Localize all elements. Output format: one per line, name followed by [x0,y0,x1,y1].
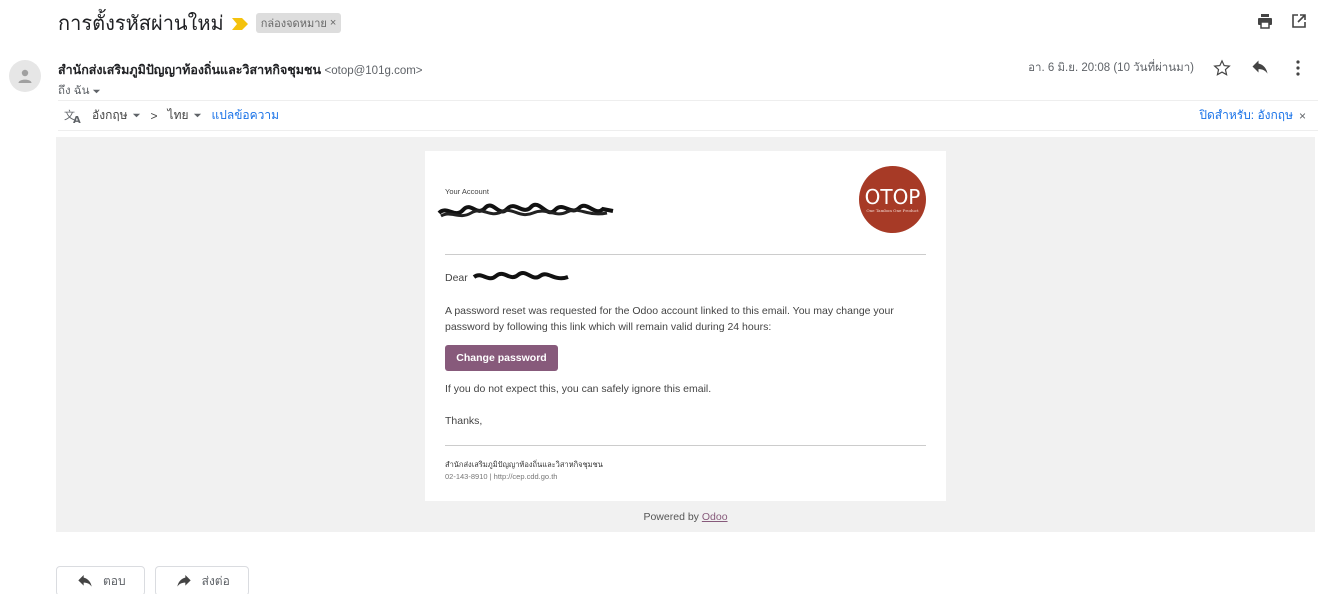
change-password-button[interactable]: Change password [445,345,558,371]
reply-label: ตอบ [103,573,126,588]
close-icon[interactable]: × [1299,109,1306,123]
redacted-recipient-name [472,271,569,281]
message-date: อา. 6 มิ.ย. 20:08 (10 วันที่ผ่านมา) [1028,62,1194,74]
sender-block: สำนักส่งเสริมภูมิปัญญาท้องถิ่นและวิสาหกิ… [58,60,423,100]
otop-logo: OTOP One Tambon One Product [859,166,926,233]
forward-button[interactable]: ส่งต่อ [154,566,249,594]
ignore-note: If you do not expect this, you can safel… [445,383,712,395]
inbox-label-text: กล่องจดหมาย [260,18,327,30]
footer-contact: 02-143-8910 | http://cep.cdd.go.th [445,472,558,481]
sign-off: Thanks, [445,415,483,427]
translate-icon: 文A [64,108,82,124]
email-card: Your Account OTOP One Tambon One Product… [425,151,946,501]
translate-bar: 文A อังกฤษ > ไทย แปลข้อความ ปิดสำหรับ: อั… [58,100,1318,131]
dropdown-icon [93,89,101,93]
powered-by: Powered by Odoo [56,511,1315,523]
source-language-select[interactable]: อังกฤษ [92,106,141,125]
svg-text:A: A [73,115,81,124]
dropdown-icon [193,113,201,118]
sender-email: <otop@101g.com> [324,65,423,77]
print-icon[interactable] [1256,12,1274,30]
target-language-select[interactable]: ไทย [168,106,202,125]
open-new-window-icon[interactable] [1290,12,1308,30]
message-meta: อา. 6 มิ.ย. 20:08 (10 วันที่ผ่านมา) [1028,58,1308,78]
star-icon[interactable] [1212,58,1232,78]
remove-label-icon[interactable]: × [330,17,336,29]
dropdown-icon [132,113,140,118]
redacted-account-name [437,202,614,218]
recipient-line[interactable]: ถึง ฉัน [58,82,423,100]
divider [445,254,926,255]
logo-subtext: One Tambon One Product [866,207,919,213]
reply-icon[interactable] [1250,58,1270,78]
reply-icon [78,575,92,587]
avatar-person-icon [18,69,32,83]
recipient-text: ถึง ฉัน [58,85,90,97]
forward-icon [176,575,191,587]
email-body-frame: Your Account OTOP One Tambon One Product… [56,137,1315,532]
footer-organization: สำนักส่งเสริมภูมิปัญญาท้องถิ่นและวิสาหกิ… [445,460,603,469]
avatar[interactable] [9,60,41,92]
important-icon[interactable] [231,17,248,30]
translate-message-link[interactable]: แปลข้อความ [212,106,280,125]
sender-name[interactable]: สำนักส่งเสริมภูมิปัญญาท้องถิ่นและวิสาหกิ… [58,63,321,77]
forward-label: ส่งต่อ [201,573,230,588]
turn-off-translation[interactable]: ปิดสำหรับ: อังกฤษ × [1199,106,1306,125]
greeting: Dear [445,272,468,284]
top-actions [1256,12,1308,30]
email-subject: การตั้งรหัสผ่านใหม่ [58,13,224,35]
logo-text: OTOP [864,184,921,209]
reset-message: A password reset was requested for the O… [445,305,894,333]
odoo-link[interactable]: Odoo [702,511,728,523]
reply-button[interactable]: ตอบ [56,566,145,594]
target-language-label: ไทย [167,108,189,122]
reply-actions: ตอบ ส่งต่อ [56,566,249,594]
turn-off-translation-label: ปิดสำหรับ: อังกฤษ [1199,108,1293,122]
source-language-label: อังกฤษ [92,108,128,122]
subject-row: การตั้งรหัสผ่านใหม่ กล่องจดหมาย × [58,9,342,37]
powered-by-text: Powered by [643,511,699,523]
translate-arrow: > [150,108,158,123]
divider [445,445,926,446]
account-label: Your Account [445,187,489,196]
inbox-label-chip[interactable]: กล่องจดหมาย × [255,13,342,33]
more-vert-icon[interactable] [1288,58,1308,78]
